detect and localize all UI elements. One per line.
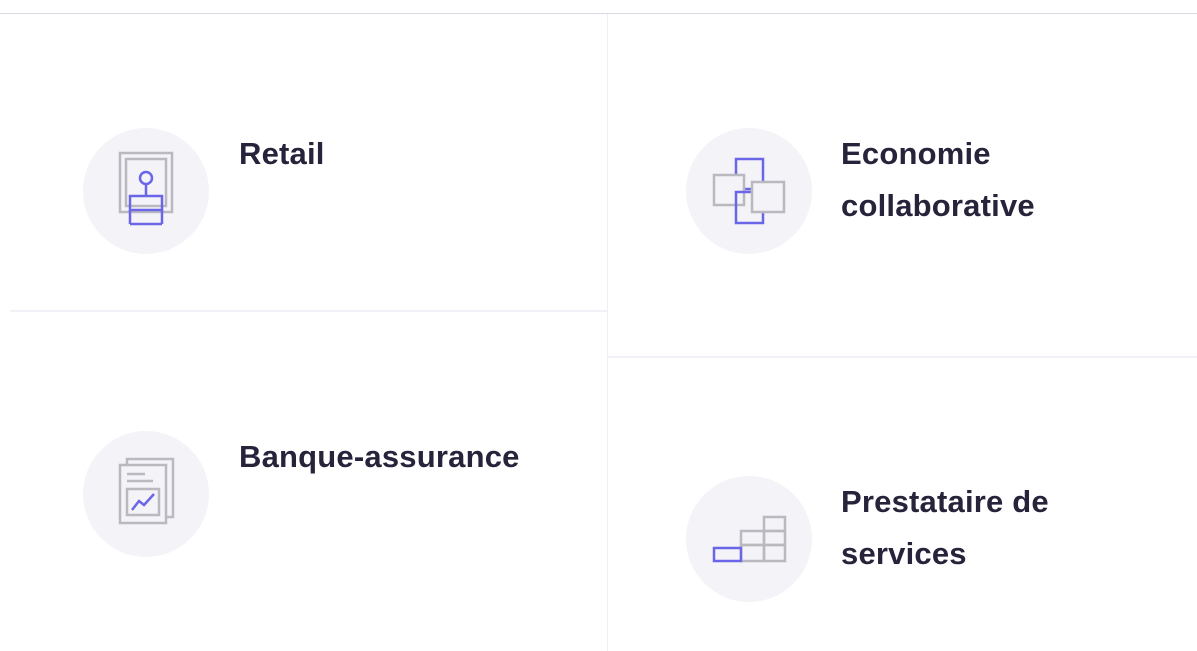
sector-card-economie-collaborative[interactable]: Economie collaborative (608, 14, 1197, 358)
financial-report-icon (83, 431, 209, 557)
connected-squares-icon (686, 128, 812, 254)
sector-card-prestataire-de-services[interactable]: Prestataire de services (608, 358, 1197, 651)
store-display-icon (83, 128, 209, 254)
sector-title-banque-assurance: Banque-assurance (239, 439, 520, 474)
sector-title-prestataire-de-services: Prestataire de services (841, 484, 1049, 571)
sector-column-right: Economie collaborative Prestataire de se… (607, 14, 1197, 651)
sector-grid: Retail Banque-assurance Economie collabo… (10, 14, 1197, 651)
sector-column-left: Retail Banque-assurance (10, 14, 607, 651)
stacked-blocks-icon (686, 476, 812, 602)
sector-title-retail: Retail (239, 136, 325, 171)
sector-card-banque-assurance[interactable]: Banque-assurance (10, 312, 607, 651)
sector-card-retail[interactable]: Retail (10, 14, 607, 312)
sector-title-economie-collaborative: Economie collaborative (841, 136, 1035, 223)
